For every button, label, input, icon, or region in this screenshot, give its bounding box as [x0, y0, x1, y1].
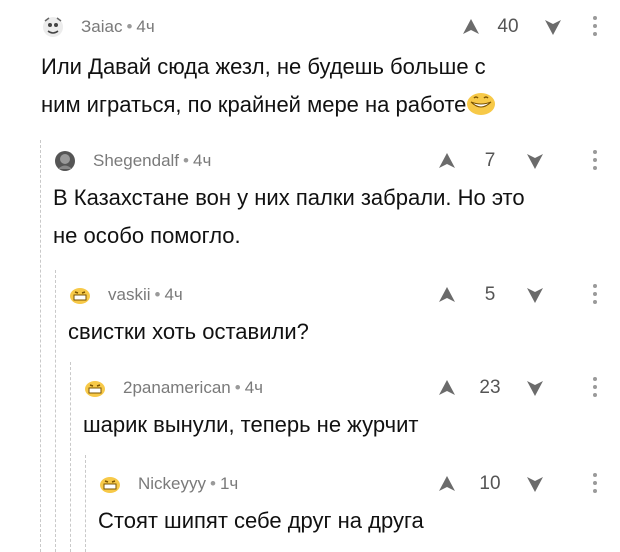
more-vertical-icon[interactable]	[592, 282, 598, 306]
thread-line-level-3	[70, 362, 71, 552]
downvote-arrow-icon[interactable]	[524, 150, 546, 172]
separator: •	[126, 17, 133, 36]
comment-header: Shegendalf • 4ч	[53, 147, 211, 175]
vote-count: 40	[497, 16, 519, 37]
upvote-arrow-icon[interactable]	[436, 473, 458, 495]
vote-controls: 23	[436, 374, 546, 402]
vote-controls: 5	[436, 281, 546, 309]
downvote-arrow-icon[interactable]	[524, 284, 546, 306]
thread-line-level-4	[85, 455, 86, 552]
comment-header: Заіас • 4ч	[41, 13, 155, 41]
username[interactable]: vaskii	[108, 285, 151, 305]
avatar[interactable]	[83, 376, 107, 400]
avatar[interactable]	[41, 15, 65, 39]
upvote-arrow-icon[interactable]	[436, 150, 458, 172]
avatar[interactable]	[98, 472, 122, 496]
more-vertical-icon[interactable]	[592, 375, 598, 399]
downvote-arrow-icon[interactable]	[524, 473, 546, 495]
upvote-arrow-icon[interactable]	[460, 16, 482, 38]
more-vertical-icon[interactable]	[592, 148, 598, 172]
timestamp[interactable]: 4ч	[164, 285, 182, 305]
username[interactable]: Nickeyyy	[138, 474, 206, 494]
vote-count: 23	[479, 377, 501, 398]
separator: •	[234, 378, 241, 397]
thread-line-level-2	[55, 270, 56, 552]
username[interactable]: 2panamerican	[123, 378, 231, 398]
comment-header: 2panamerican • 4ч	[83, 374, 263, 402]
avatar[interactable]	[68, 283, 92, 307]
timestamp[interactable]: 4ч	[245, 378, 263, 398]
comment-text: В Казахстане вон у них палки забрали. Но…	[53, 185, 525, 248]
comment-text: шарик вынули, теперь не журчит	[83, 412, 419, 437]
vote-count: 5	[484, 284, 496, 305]
vote-count: 10	[479, 473, 501, 494]
downvote-arrow-icon[interactable]	[524, 377, 546, 399]
comment-text: Или Давай сюда жезл, не будешь больше с …	[41, 48, 496, 128]
upvote-arrow-icon[interactable]	[436, 377, 458, 399]
comment-text: Стоят шипят себе друг на друга	[98, 508, 424, 533]
more-vertical-icon[interactable]	[592, 14, 598, 38]
vote-controls: 10	[436, 470, 546, 498]
upvote-arrow-icon[interactable]	[436, 284, 458, 306]
vote-controls: 7	[436, 147, 546, 175]
timestamp[interactable]: 4ч	[136, 17, 154, 37]
thread-line-level-1	[40, 140, 41, 552]
separator: •	[183, 151, 189, 170]
comment-header: Nickeyyy • 1ч	[98, 470, 238, 498]
username[interactable]: Заіас	[81, 17, 122, 37]
avatar[interactable]	[53, 149, 77, 173]
grinning-face-icon	[466, 90, 496, 128]
separator: •	[210, 474, 216, 493]
timestamp[interactable]: 1ч	[220, 474, 238, 494]
comment-header: vaskii • 4ч	[68, 281, 183, 309]
more-vertical-icon[interactable]	[592, 471, 598, 495]
vote-count: 7	[484, 150, 496, 171]
username[interactable]: Shegendalf	[93, 151, 179, 171]
timestamp[interactable]: 4ч	[193, 151, 211, 171]
downvote-arrow-icon[interactable]	[542, 16, 564, 38]
comment-text: свистки хоть оставили?	[68, 319, 309, 344]
vote-controls: 40	[460, 13, 564, 41]
separator: •	[154, 285, 161, 304]
